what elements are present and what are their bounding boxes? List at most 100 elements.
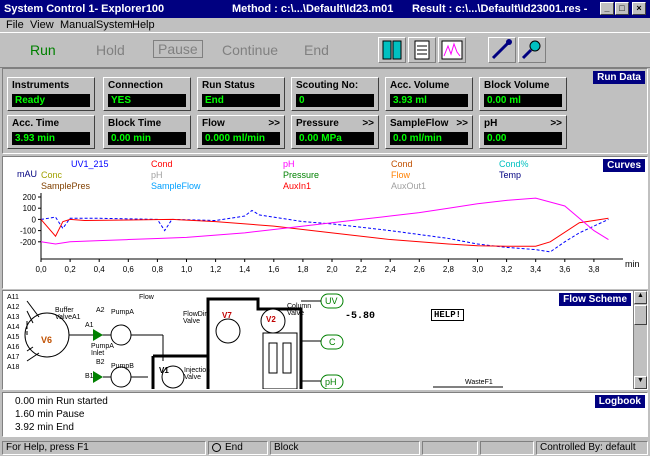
run-button[interactable]: Run [30,42,56,58]
scroll-thumb[interactable] [634,305,647,325]
maximize-button[interactable]: □ [615,2,629,15]
scroll-up-icon[interactable]: ▲ [634,291,647,304]
b1-label: B1 [85,373,94,380]
scroll-down-icon[interactable]: ▼ [634,376,647,389]
ph-monitor-button[interactable]: pH [325,377,337,387]
rundata-box: Run Status End [197,77,285,111]
a1-label: A1 [85,322,94,329]
status-empty-1 [422,441,478,455]
y-tick-label: -200 [20,238,37,247]
rundata-label: Block Volume [484,80,550,91]
rundata-value: 0.00 MPa [296,132,374,145]
series-line-ph [40,197,609,245]
window-title: System Control 1- Explorer100 [4,3,165,15]
continue-button[interactable]: Continue [222,42,278,58]
status-help: For Help, press F1 [2,441,206,455]
rundata-value: 0.0 ml/min [390,132,468,145]
expand-arrow-icon[interactable]: >> [456,118,468,129]
end-button[interactable]: End [304,42,329,58]
rundata-box: Scouting No: 0 [291,77,379,111]
x-tick-label: 2,6 [414,265,426,274]
log-line: 1.60 min Pause [15,409,85,420]
port-label: A12 [7,304,20,311]
rundata-box: Acc. Volume 3.93 ml [385,77,473,111]
x-tick-label: 1,6 [268,265,280,274]
flow-scrollbar[interactable]: ▲ ▼ [633,291,647,389]
rundata-value: 3.93 ml [390,94,468,107]
log-line: 0.00 min Run started [15,396,108,407]
x-tick-label: 3,2 [501,265,513,274]
help-button[interactable]: HELP! [431,309,465,321]
rundata-value: Ready [12,94,90,107]
status-indicator-icon [212,443,221,452]
port-label: A17 [7,354,20,361]
x-tick-label: 1,2 [210,265,222,274]
expand-arrow-icon[interactable]: >> [268,118,280,129]
pumpa-label: PumpA [111,309,134,316]
menu-manual[interactable]: Manual [60,19,96,31]
x-tick-label: 3,6 [559,265,571,274]
system-view-icon[interactable] [378,37,406,63]
x-tick-label: 2,2 [356,265,368,274]
flow-diagram [24,293,503,389]
menu-file[interactable]: File [6,19,24,31]
rundata-box[interactable]: Pressure >> 0.00 MPa [291,115,379,149]
rundata-box: Connection YES [103,77,191,111]
method-path: Method : c:\...\Default\Id23.m01 [232,3,394,15]
x-tick-label: 3,0 [472,265,484,274]
rundata-label: Acc. Time [12,118,60,129]
chart-icon[interactable] [438,37,466,63]
v2-label: V2 [266,315,276,324]
rundata-label: SampleFlow [390,118,449,129]
menu-help[interactable]: Help [132,19,155,31]
document-icon[interactable] [408,37,436,63]
x-tick-label: 3,4 [530,265,542,274]
b2-label: B2 [96,359,105,366]
port-label: A15 [7,334,20,341]
injection-valve-label: Injection Valve [184,367,211,381]
v6-label: V6 [41,335,53,345]
x-tick-label: 2,8 [443,265,455,274]
menu-bar: File View Manual System Help [0,18,650,32]
close-button[interactable]: × [632,2,646,15]
pause-button[interactable]: Pause [153,40,203,58]
y-tick-label: -100 [20,227,37,236]
run-data-tag: Run Data [593,71,645,84]
uv-value: -5.80 [345,311,376,322]
port-label: A13 [7,314,20,321]
minimize-button[interactable]: _ [600,2,614,15]
port-label: A18 [7,364,20,371]
cond-monitor-button[interactable]: C [329,337,336,347]
series-line-uv1215 [40,209,609,253]
rundata-box[interactable]: Flow >> 0.000 ml/min [197,115,285,149]
rundata-box: Block Time 0.00 min [103,115,191,149]
rundata-value: 0.000 ml/min [202,132,280,145]
x-tick-label: 2,0 [326,265,338,274]
hold-button[interactable]: Hold [96,42,125,58]
expand-arrow-icon[interactable]: >> [362,118,374,129]
rundata-label: Flow [202,118,225,129]
flowdir-valve-label: FlowDir Valve [183,311,207,325]
buffer-valve-label: Buffer ValveA1 [55,307,81,321]
menu-system[interactable]: System [96,19,133,31]
expand-arrow-icon[interactable]: >> [550,118,562,129]
probe-icon[interactable] [488,37,516,63]
status-empty-2 [480,441,534,455]
port-label: A11 [7,294,19,301]
x-tick-label: 1,0 [181,265,193,274]
curves-panel: Curves mAU min UV1_215 Cond pH Cond Cond% Con… [2,156,648,289]
x-tick-label: 3,8 [588,265,600,274]
x-tick-label: 0,2 [65,265,77,274]
rundata-box: Instruments Ready [7,77,95,111]
x-tick-label: 2,4 [385,265,397,274]
rundata-box[interactable]: SampleFlow >> 0.0 ml/min [385,115,473,149]
inspect-icon[interactable] [518,37,546,63]
rundata-label: Instruments [12,80,70,91]
uv-monitor-button[interactable]: UV [325,296,338,306]
y-tick-label: 100 [23,204,37,213]
x-tick-label: 0,8 [152,265,164,274]
menu-view[interactable]: View [30,19,54,31]
rundata-box[interactable]: pH >> 0.00 [479,115,567,149]
status-bar: For Help, press F1 End Block Controlled … [0,440,650,456]
curves-chart[interactable]: 200 100 0 -100 -200 0,0 0,2 0,4 0,6 0,8 1,0 1,2 1,4 1… [3,157,647,288]
